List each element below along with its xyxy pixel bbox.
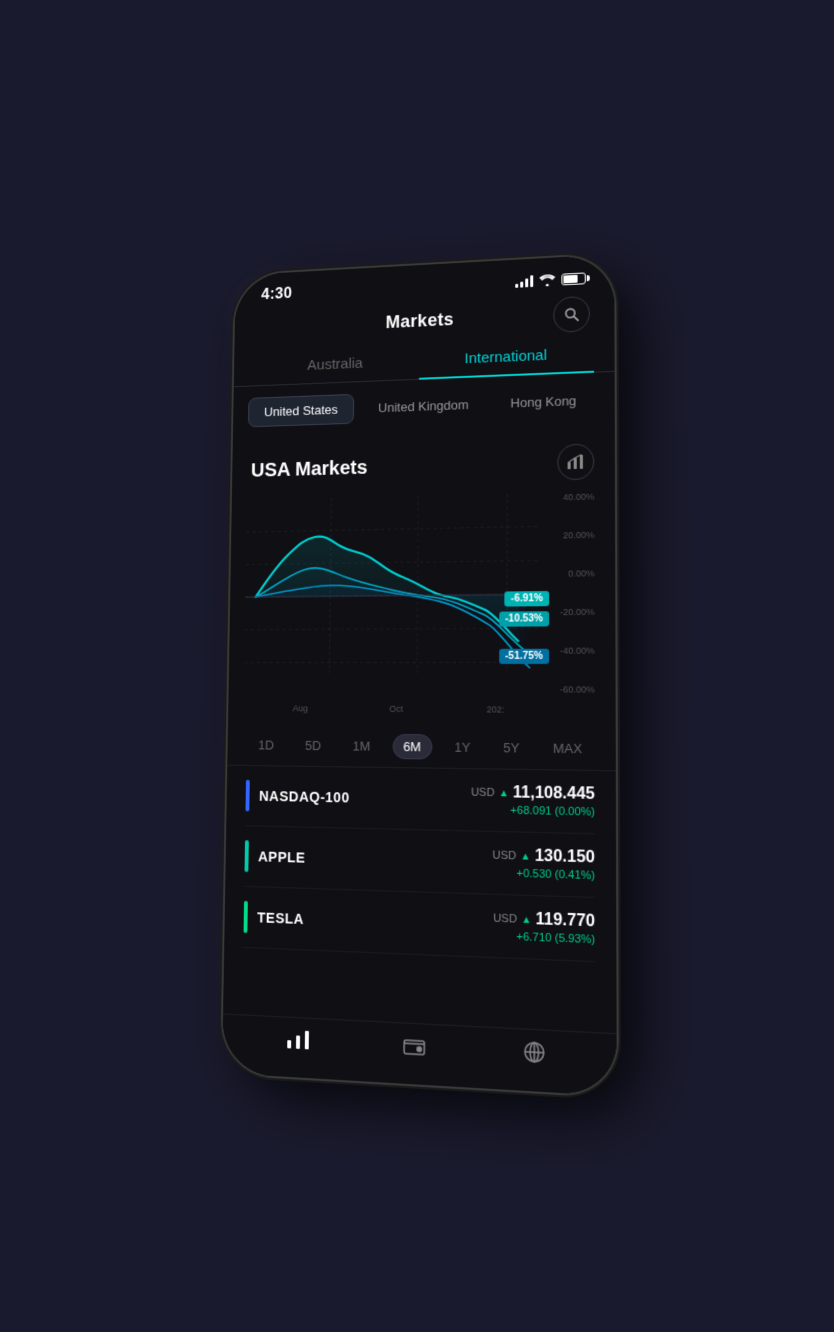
stock-price-apple: 130.150 [535, 847, 595, 867]
stock-name-nasdaq: NASDAQ-100 [259, 788, 350, 806]
chart-y-label-5: -40.00% [560, 646, 595, 656]
battery-icon [561, 272, 585, 285]
chart-y-label-4: -20.00% [560, 607, 595, 617]
stock-currency-apple: USD [492, 849, 516, 862]
time-5y[interactable]: 5Y [493, 735, 530, 761]
stock-arrow-tesla: ▲ [521, 914, 531, 926]
search-button[interactable] [553, 295, 590, 332]
chart-y-labels: 40.00% 20.00% 0.00% -20.00% -40.00% -60.… [560, 492, 595, 695]
nav-item-chart[interactable] [287, 1030, 309, 1056]
chart-x-label-3: 202: [487, 704, 505, 714]
stock-price-tesla: 119.770 [536, 911, 596, 932]
stock-price-line-tesla: USD ▲ 119.770 [493, 909, 595, 931]
stock-change-tesla: +6.710 (5.93%) [493, 930, 595, 946]
tab-australia[interactable]: Australia [252, 343, 419, 386]
tab-international[interactable]: International [419, 335, 594, 379]
chart-badge-2: -10.53% [499, 611, 549, 626]
chart-x-labels: Aug Oct 202: [253, 703, 547, 715]
nav-chart-icon [287, 1030, 309, 1056]
sub-tab-us[interactable]: United States [248, 394, 354, 427]
phone-screen: 4:30 Markets [222, 254, 617, 1096]
chart-badge-1: -6.91% [505, 591, 549, 607]
stock-right-nasdaq: USD ▲ 11,108.445 +68.091 (0.00%) [471, 783, 595, 818]
chart-x-label-1: Aug [293, 703, 309, 713]
stock-item-apple[interactable]: APPLE USD ▲ 130.150 +0.530 (0.41%) [244, 826, 595, 898]
signal-icon [515, 275, 533, 288]
chart-y-label-1: 40.00% [560, 492, 594, 503]
page-title: Markets [385, 309, 453, 333]
time-1m[interactable]: 1M [343, 733, 381, 758]
markets-section: USA Markets 40.00% [228, 427, 616, 724]
stock-currency-tesla: USD [493, 912, 517, 925]
nav-globe-icon [522, 1040, 545, 1071]
time-selector: 1D 5D 1M 6M 1Y 5Y MAX [227, 721, 616, 772]
chart-y-label-3: 0.00% [560, 568, 595, 579]
stock-name-tesla: TESLA [257, 909, 304, 927]
sub-tab-hk[interactable]: Hong Kong [493, 385, 593, 419]
time-1y[interactable]: 1Y [444, 734, 480, 760]
status-icons [515, 272, 586, 287]
stock-change-apple: +0.530 (0.41%) [492, 867, 595, 882]
chart-x-label-2: Oct [389, 704, 403, 714]
stock-left-nasdaq: NASDAQ-100 [245, 780, 349, 814]
stock-indicator-nasdaq [245, 780, 249, 812]
stock-left-tesla: TESLA [244, 901, 305, 935]
stock-arrow-nasdaq: ▲ [499, 787, 509, 798]
chart-badge-3: -51.75% [499, 649, 549, 664]
wifi-icon [539, 274, 555, 287]
stock-name-apple: APPLE [258, 848, 306, 865]
stock-arrow-apple: ▲ [520, 851, 530, 863]
stock-price-line-nasdaq: USD ▲ 11,108.445 [471, 783, 595, 804]
stock-right-tesla: USD ▲ 119.770 +6.710 (5.93%) [493, 909, 595, 946]
stock-price-nasdaq: 11,108.445 [513, 784, 595, 804]
stock-left-apple: APPLE [245, 840, 306, 874]
stock-right-apple: USD ▲ 130.150 +0.530 (0.41%) [492, 846, 595, 882]
chart-y-label-6: -60.00% [560, 684, 595, 694]
stock-change-nasdaq: +68.091 (0.00%) [471, 804, 595, 819]
stock-item-nasdaq[interactable]: NASDAQ-100 USD ▲ 11,108.445 +68.091 (0.0… [245, 766, 595, 834]
stock-list: NASDAQ-100 USD ▲ 11,108.445 +68.091 (0.0… [224, 766, 616, 963]
stock-currency-nasdaq: USD [471, 786, 495, 799]
stock-item-tesla[interactable]: TESLA USD ▲ 119.770 +6.710 (5.93%) [243, 887, 595, 962]
time-6m[interactable]: 6M [392, 734, 432, 760]
chart-icon-button[interactable] [557, 443, 594, 480]
markets-title: USA Markets [251, 457, 368, 482]
stock-indicator-apple [245, 840, 249, 872]
stock-price-line-apple: USD ▲ 130.150 [492, 846, 595, 867]
status-time: 4:30 [261, 285, 292, 304]
nav-item-globe[interactable] [522, 1040, 545, 1071]
chart-y-label-2: 20.00% [560, 530, 594, 541]
sub-tab-uk[interactable]: United Kingdom [362, 389, 486, 424]
nav-wallet-icon [403, 1036, 425, 1062]
stock-indicator-tesla [244, 901, 248, 933]
markets-header: USA Markets [251, 443, 595, 488]
bar-chart-icon [567, 454, 585, 471]
phone-device: 4:30 Markets [222, 254, 617, 1096]
time-1d[interactable]: 1D [248, 733, 283, 758]
time-max[interactable]: MAX [543, 735, 593, 761]
search-icon [563, 306, 579, 323]
nav-item-wallet[interactable] [403, 1036, 425, 1062]
time-5d[interactable]: 5D [295, 733, 331, 758]
main-content: USA Markets 40.00% [223, 427, 617, 1033]
price-chart: 40.00% 20.00% 0.00% -20.00% -40.00% -60.… [243, 491, 599, 715]
